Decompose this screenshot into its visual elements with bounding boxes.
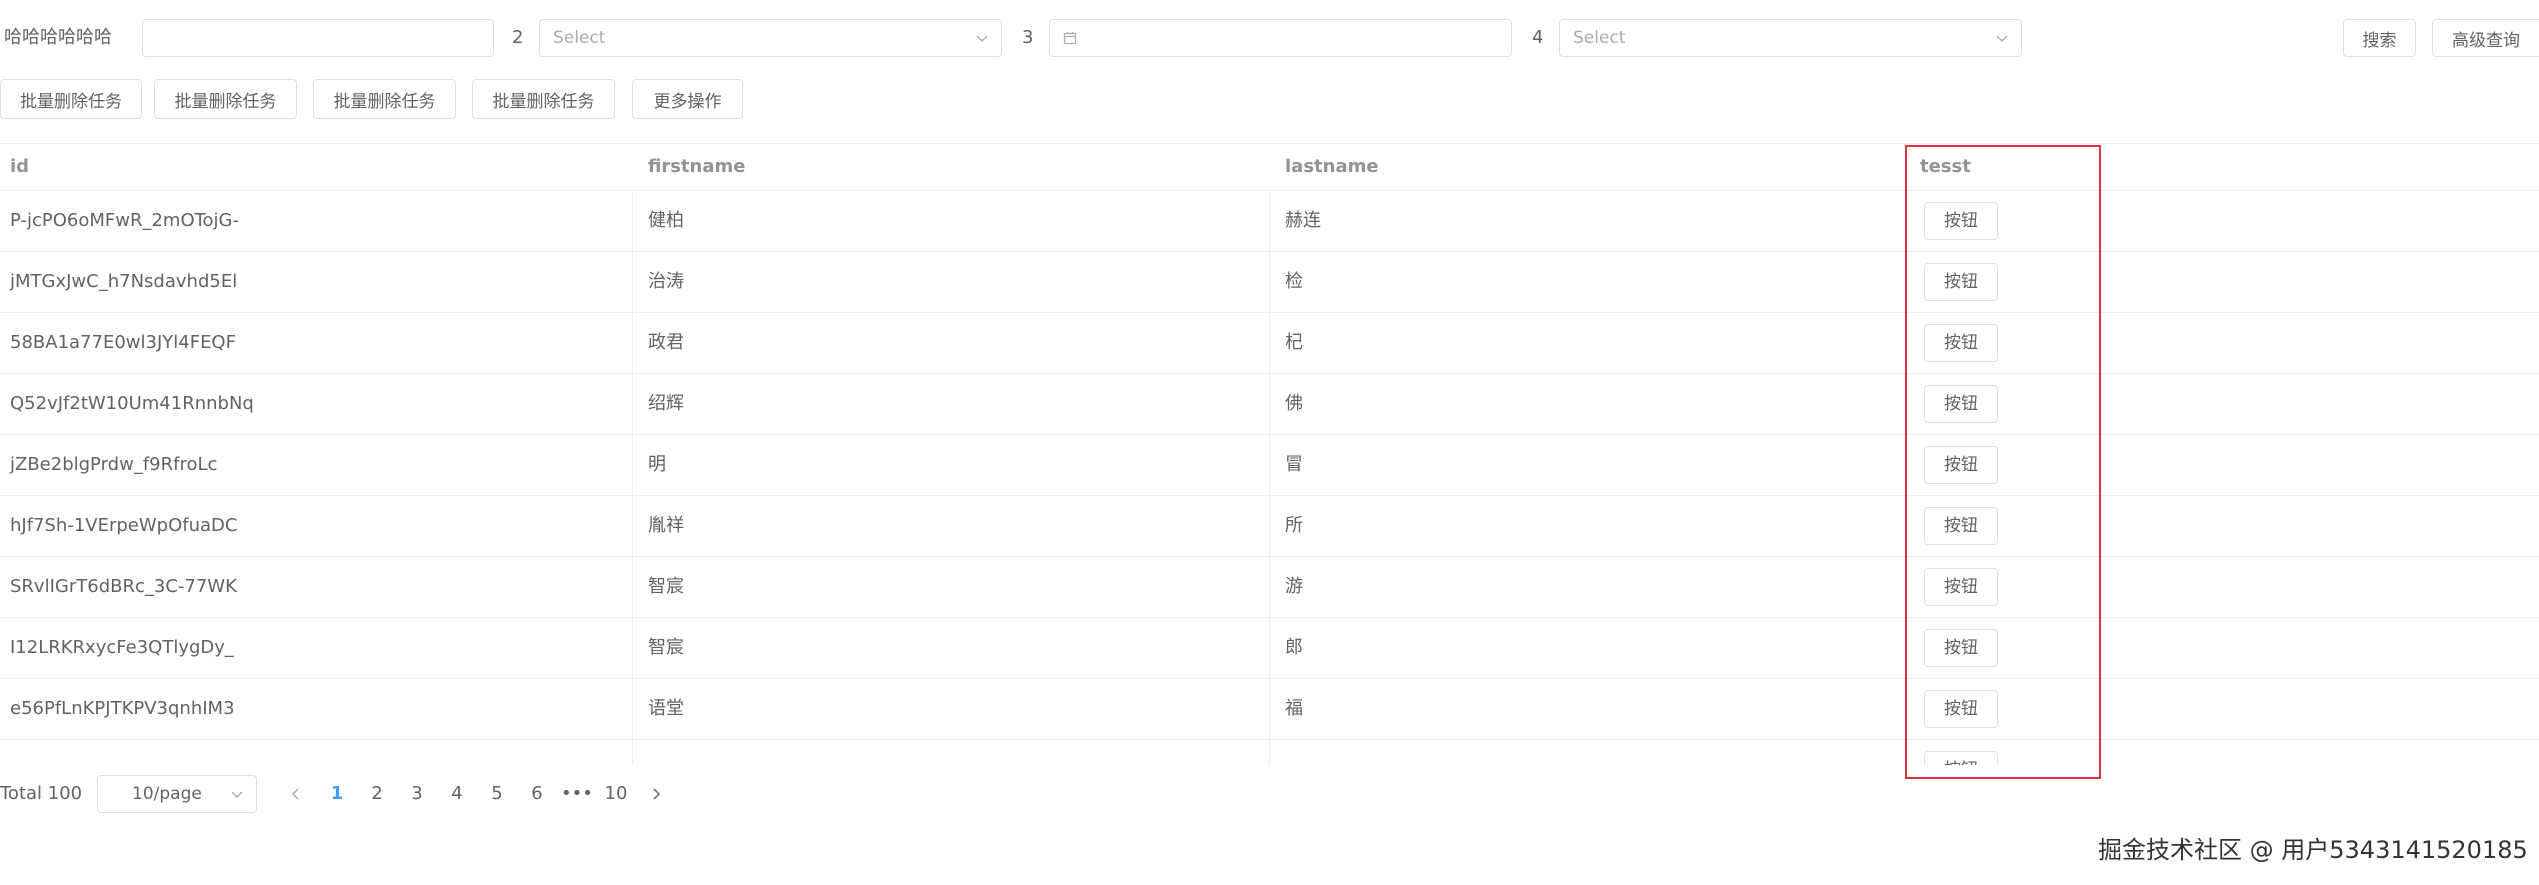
batch-delete-button-3[interactable]: 批量删除任务	[313, 79, 456, 119]
cell-lastname: 佛	[1285, 393, 1303, 414]
date-picker[interactable]	[1049, 19, 1512, 57]
cell-firstname: 健柏	[648, 210, 684, 231]
advanced-search-button[interactable]: 高级查询	[2432, 19, 2539, 57]
row-button[interactable]: 按钮	[1924, 629, 1998, 667]
page-ellipsis[interactable]: •••	[561, 774, 593, 814]
page-size-value: 10/page	[132, 784, 202, 804]
page-2[interactable]: 2	[362, 774, 392, 814]
cell-lastname: 所	[1285, 515, 1303, 536]
page-1[interactable]: 1	[322, 774, 352, 814]
cell-tesst: 按钮	[1910, 252, 2539, 312]
page-6[interactable]: 6	[522, 774, 552, 814]
field-label-2: 2	[512, 27, 524, 48]
row-button[interactable]: 按钮	[1924, 690, 1998, 728]
text-input-1-field[interactable]	[143, 20, 493, 56]
cell-firstname: 绍辉	[648, 393, 684, 414]
chevron-down-icon	[231, 791, 243, 799]
cell-tesst: 按钮	[1910, 618, 2539, 678]
cell-tesst: 按钮	[1910, 679, 2539, 739]
page-last[interactable]: 10	[601, 774, 631, 814]
batch-delete-button-2[interactable]: 批量删除任务	[154, 79, 297, 119]
cell-tesst: 按钮	[1910, 496, 2539, 556]
cell-lastname: 赫连	[1285, 210, 1321, 231]
cell-id: jZBe2blgPrdw_f9RfroLc	[10, 454, 218, 475]
cell-lastname: 郎	[1285, 637, 1303, 658]
cell-id: P-jcPO6oMFwR_2mOTojG-	[10, 210, 239, 231]
date-input[interactable]	[1050, 20, 1511, 56]
column-divider	[1269, 191, 1270, 765]
cell-firstname: 语堂	[648, 698, 684, 719]
field-label-3: 3	[1022, 27, 1034, 48]
calendar-icon	[1063, 32, 1077, 45]
search-button[interactable]: 搜索	[2343, 19, 2416, 57]
prev-page-icon[interactable]	[289, 787, 303, 801]
batch-delete-button-4[interactable]: 批量删除任务	[472, 79, 615, 119]
row-button[interactable]: 按钮	[1924, 446, 1998, 484]
cell-firstname: 胤祥	[648, 515, 684, 536]
column-header-firstname: firstname	[648, 156, 746, 177]
column-header-id: id	[10, 156, 30, 177]
text-input-1[interactable]	[142, 19, 494, 57]
page-5[interactable]: 5	[482, 774, 512, 814]
more-actions-button[interactable]: 更多操作	[632, 79, 743, 119]
cell-lastname: 游	[1285, 576, 1303, 597]
column-divider	[632, 191, 633, 765]
search-form: 哈哈哈哈哈哈 2 Select 3 4 Select 搜索 高级查询	[0, 18, 2539, 58]
cell-id: I12LRKRxycFe3QTlygDy_	[10, 637, 234, 658]
cell-tesst: 按钮	[1910, 740, 2539, 765]
data-table: id firstname lastname tesst P-jcPO6oMFwR…	[0, 143, 2539, 765]
row-button[interactable]: 按钮	[1924, 568, 1998, 606]
cell-lastname: 冒	[1285, 454, 1303, 475]
chevron-down-icon	[1996, 35, 2008, 43]
column-divider	[1905, 191, 1906, 765]
cell-id: 58BA1a77E0wl3JYl4FEQF	[10, 332, 236, 353]
cell-lastname: 杞	[1285, 332, 1303, 353]
table-header: id firstname lastname tesst	[0, 143, 2539, 191]
field-label-1: 哈哈哈哈哈哈	[4, 27, 112, 48]
column-header-tesst: tesst	[1920, 156, 1971, 177]
cell-id: SRvlIGrT6dBRc_3C-77WK	[10, 576, 237, 597]
cell-tesst: 按钮	[1910, 191, 2539, 251]
row-button[interactable]: 按钮	[1924, 324, 1998, 362]
row-button[interactable]: 按钮	[1924, 751, 1998, 765]
page-3[interactable]: 3	[402, 774, 432, 814]
cell-firstname: 明	[648, 454, 666, 475]
row-button[interactable]: 按钮	[1924, 507, 1998, 545]
cell-firstname: 治涛	[648, 271, 684, 292]
pagination: Total 100 10/page 123456 ••• 10	[0, 774, 900, 814]
total-count: Total 100	[0, 783, 83, 804]
page-size-select[interactable]: 10/page	[97, 775, 257, 813]
select-4[interactable]: Select	[1559, 19, 2022, 57]
cell-lastname: 检	[1285, 271, 1303, 292]
row-button[interactable]: 按钮	[1924, 385, 1998, 423]
cell-tesst: 按钮	[1910, 374, 2539, 434]
batch-delete-button-1[interactable]: 批量删除任务	[0, 79, 142, 119]
select-4-placeholder: Select	[1573, 28, 1626, 48]
row-button[interactable]: 按钮	[1924, 202, 1998, 240]
watermark: 掘金技术社区 @ 用户5343141520185	[2098, 836, 2528, 864]
cell-id: jMTGxJwC_h7Nsdavhd5El	[10, 271, 238, 292]
field-label-4: 4	[1532, 27, 1544, 48]
next-page-icon[interactable]	[649, 787, 663, 801]
page-4[interactable]: 4	[442, 774, 472, 814]
select-2[interactable]: Select	[539, 19, 1002, 57]
cell-tesst: 按钮	[1910, 435, 2539, 495]
cell-firstname: 智宸	[648, 637, 684, 658]
cell-firstname: 智宸	[648, 576, 684, 597]
select-2-placeholder: Select	[553, 28, 606, 48]
cell-id: Q52vJf2tW10Um41RnnbNq	[10, 393, 254, 414]
cell-lastname: 福	[1285, 698, 1303, 719]
cell-id: e56PfLnKPJTKPV3qnhIM3	[10, 698, 235, 719]
column-header-lastname: lastname	[1285, 156, 1379, 177]
cell-tesst: 按钮	[1910, 313, 2539, 373]
cell-tesst: 按钮	[1910, 557, 2539, 617]
row-button[interactable]: 按钮	[1924, 263, 1998, 301]
cell-id: hJf7Sh-1VErpeWpOfuaDC	[10, 515, 238, 536]
cell-firstname: 政君	[648, 332, 684, 353]
chevron-down-icon	[976, 35, 988, 43]
